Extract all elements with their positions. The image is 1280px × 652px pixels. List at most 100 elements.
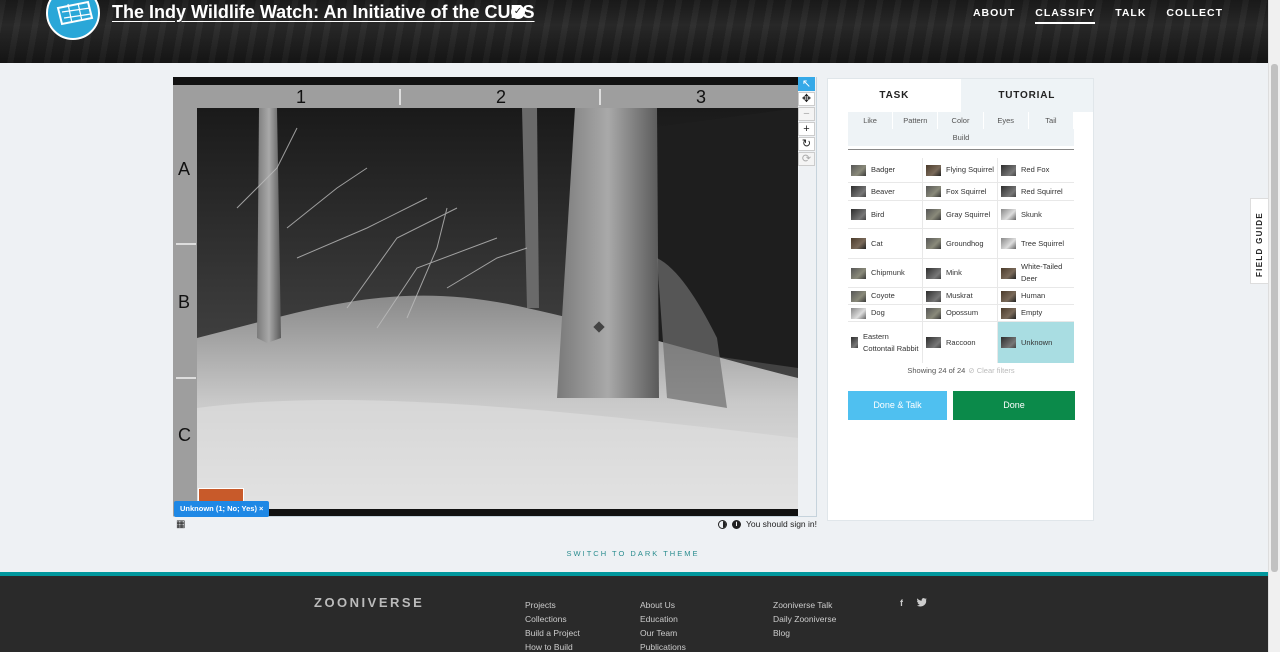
- footer-link[interactable]: Projects: [525, 598, 580, 612]
- choice-coyote[interactable]: Coyote: [848, 288, 923, 304]
- field-guide-tab[interactable]: FIELD GUIDE: [1250, 198, 1268, 284]
- page-scrollbar[interactable]: [1268, 0, 1280, 652]
- trail-camera-image[interactable]: [197, 108, 798, 509]
- pointer-tool-icon[interactable]: ↖: [798, 77, 815, 91]
- footer-column-talk: Zooniverse Talk Daily Zooniverse Blog: [773, 598, 836, 640]
- choice-row: Cat Groundhog Tree Squirrel: [848, 229, 1074, 259]
- choice-row: Dog Opossum Empty: [848, 305, 1074, 322]
- choice-gray-squirrel[interactable]: Gray Squirrel: [923, 201, 998, 228]
- choice-badger[interactable]: Badger: [848, 158, 923, 182]
- choice-red-squirrel[interactable]: Red Squirrel: [998, 183, 1074, 200]
- filter-like[interactable]: Like: [848, 112, 894, 129]
- grid-view-icon[interactable]: ▦: [176, 519, 185, 530]
- fox-squirrel-thumbnail: [926, 186, 941, 197]
- move-tool-icon[interactable]: ✥: [798, 92, 815, 106]
- footer-link[interactable]: Our Team: [640, 626, 686, 640]
- invert-contrast-icon[interactable]: [717, 519, 727, 529]
- nav-about[interactable]: ABOUT: [973, 7, 1015, 24]
- footer-column-projects: Projects Collections Build a Project How…: [525, 598, 580, 652]
- choice-chipmunk[interactable]: Chipmunk: [848, 259, 923, 287]
- choice-eastern-cottontail-rabbit[interactable]: Eastern Cottontail Rabbit: [848, 322, 923, 363]
- grid-row-label: B: [178, 292, 191, 312]
- filter-eyes[interactable]: Eyes: [984, 112, 1029, 129]
- clear-filters-link[interactable]: ⊘ Clear filters: [968, 366, 1014, 375]
- filter-pattern[interactable]: Pattern: [893, 112, 939, 129]
- dog-thumbnail: [851, 307, 866, 319]
- task-panel: TASK TUTORIAL Like Pattern Color Eyes Ta…: [827, 78, 1094, 521]
- grid-separator: [399, 89, 401, 105]
- choice-filters: Like Pattern Color Eyes Tail Build: [848, 112, 1075, 150]
- grid-column-label: 1: [296, 87, 307, 107]
- choice-flying-squirrel[interactable]: Flying Squirrel: [923, 158, 998, 182]
- tab-task[interactable]: TASK: [828, 79, 961, 112]
- choice-empty[interactable]: Empty: [998, 305, 1074, 321]
- footer-link[interactable]: Zooniverse Talk: [773, 598, 836, 612]
- choice-row: Badger Flying Squirrel Red Fox: [848, 158, 1074, 183]
- twitter-icon[interactable]: [916, 598, 927, 609]
- choice-red-fox[interactable]: Red Fox: [998, 158, 1074, 182]
- footer-link[interactable]: How to Build: [525, 640, 580, 652]
- filter-color[interactable]: Color: [938, 112, 984, 129]
- groundhog-thumbnail: [926, 238, 941, 249]
- choice-muskrat[interactable]: Muskrat: [923, 288, 998, 304]
- choice-skunk[interactable]: Skunk: [998, 201, 1074, 228]
- choice-dog[interactable]: Dog: [848, 305, 923, 321]
- rotate-icon[interactable]: ↻: [798, 137, 815, 151]
- choice-row: Eastern Cottontail Rabbit Raccoon Unknow…: [848, 322, 1074, 363]
- footer-link[interactable]: Collections: [525, 612, 580, 626]
- facebook-icon[interactable]: f: [900, 598, 903, 609]
- done-button[interactable]: Done: [953, 391, 1075, 420]
- choice-fox-squirrel[interactable]: Fox Squirrel: [923, 183, 998, 200]
- choice-human[interactable]: Human: [998, 288, 1074, 304]
- reset-icon[interactable]: ⟳: [798, 152, 815, 166]
- choice-white-tailed-deer[interactable]: White-Tailed Deer: [998, 259, 1074, 287]
- footer-link[interactable]: About Us: [640, 598, 686, 612]
- viewer-toolbar: ↖ ✥ − + ↻ ⟳: [798, 77, 817, 167]
- footer-column-about: About Us Education Our Team Publications: [640, 598, 686, 652]
- project-logo[interactable]: [46, 0, 100, 40]
- choice-raccoon[interactable]: Raccoon: [923, 322, 998, 363]
- nav-collect[interactable]: COLLECT: [1166, 7, 1223, 24]
- filter-build[interactable]: Build: [848, 129, 1074, 146]
- species-choice-grid: Badger Flying Squirrel Red Fox Beaver Fo…: [848, 158, 1074, 363]
- footer-link[interactable]: Publications: [640, 640, 686, 652]
- footer-link[interactable]: Education: [640, 612, 686, 626]
- choice-groundhog[interactable]: Groundhog: [923, 229, 998, 258]
- scrollbar-thumb[interactable]: [1271, 64, 1278, 572]
- zooniverse-logo[interactable]: ZOONIVERSE: [314, 595, 424, 610]
- footer-link[interactable]: Blog: [773, 626, 836, 640]
- choice-beaver[interactable]: Beaver: [848, 183, 923, 200]
- viewer-border: [816, 77, 817, 517]
- done-and-talk-button[interactable]: Done & Talk: [848, 391, 947, 420]
- annotation-tag[interactable]: Unknown (1; No; Yes) ×: [174, 501, 270, 517]
- verified-badge-icon: ✓: [511, 5, 525, 19]
- choice-cat[interactable]: Cat: [848, 229, 923, 258]
- zoom-out-icon[interactable]: −: [798, 107, 815, 121]
- choice-opossum[interactable]: Opossum: [923, 305, 998, 321]
- mink-thumbnail: [926, 267, 941, 279]
- white-tailed-deer-thumbnail: [1001, 267, 1016, 279]
- grid-separator: [176, 377, 196, 379]
- choice-tree-squirrel[interactable]: Tree Squirrel: [998, 229, 1074, 258]
- choice-count: Showing 24 of 24 ⊘ Clear filters: [848, 366, 1074, 375]
- social-links: f: [900, 598, 927, 609]
- zoom-in-icon[interactable]: +: [798, 122, 815, 136]
- filter-tail[interactable]: Tail: [1029, 112, 1075, 129]
- filter-row: Like Pattern Color Eyes Tail: [848, 112, 1075, 129]
- project-title[interactable]: The Indy Wildlife Watch: An Initiative o…: [112, 2, 535, 23]
- raccoon-thumbnail: [926, 337, 941, 348]
- choice-unknown[interactable]: Unknown: [998, 322, 1074, 363]
- divider: [848, 149, 1074, 150]
- footer-link[interactable]: Daily Zooniverse: [773, 612, 836, 626]
- choice-bird[interactable]: Bird: [848, 201, 923, 228]
- nav-classify[interactable]: CLASSIFY: [1035, 7, 1096, 24]
- nav-talk[interactable]: TALK: [1115, 7, 1146, 24]
- footer-link[interactable]: Build a Project: [525, 626, 580, 640]
- subject-viewer[interactable]: 1 2 3 A B C: [173, 77, 798, 517]
- rabbit-thumbnail: [851, 337, 858, 348]
- info-icon[interactable]: i: [731, 519, 741, 529]
- red-squirrel-thumbnail: [1001, 186, 1016, 197]
- tab-tutorial[interactable]: TUTORIAL: [960, 79, 1093, 112]
- choice-mink[interactable]: Mink: [923, 259, 998, 287]
- switch-dark-theme-link[interactable]: SWITCH TO DARK THEME: [0, 549, 1268, 558]
